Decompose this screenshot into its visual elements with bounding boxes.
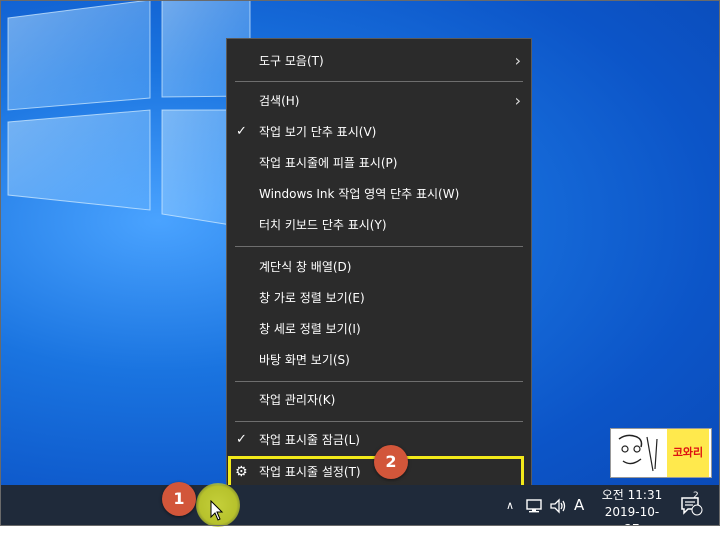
menu-item-label: 작업 표시줄 잠금(L) <box>259 433 360 447</box>
menu-separator <box>235 421 523 422</box>
clock[interactable]: 오전 11:31 2019-10-27 <box>600 487 664 538</box>
watermark-text: 코와리 <box>667 429 709 477</box>
menu-item-label: 창 세로 정렬 보기(I) <box>259 322 361 336</box>
menu-item-show-desktop[interactable]: 바탕 화면 보기(S) <box>227 345 531 375</box>
menu-item-label: 작업 표시줄에 피플 표시(P) <box>259 156 398 170</box>
menu-item-search[interactable]: 검색(H) › <box>227 86 531 116</box>
menu-item-label: 작업 관리자(K) <box>259 393 336 407</box>
menu-item-label: 바탕 화면 보기(S) <box>259 353 350 367</box>
taskbar[interactable]: ∧ A 오전 11:31 2019-10-27 2 <box>0 485 720 536</box>
speaker-icon[interactable] <box>550 485 568 526</box>
checkmark-icon: ✓ <box>236 124 247 139</box>
menu-item-label: 창 가로 정렬 보기(E) <box>259 291 365 305</box>
chevron-right-icon: › <box>514 91 521 110</box>
menu-separator <box>235 381 523 382</box>
mouse-cursor-icon <box>210 500 224 521</box>
menu-item-label: 검색(H) <box>259 94 300 108</box>
menu-separator <box>235 81 523 82</box>
checkmark-icon: ✓ <box>236 432 247 447</box>
menu-item-show-touch-keyboard[interactable]: 터치 키보드 단추 표시(Y) <box>227 210 531 240</box>
network-icon[interactable] <box>526 485 544 526</box>
menu-item-toolbars[interactable]: 도구 모음(T) › <box>227 46 531 76</box>
ime-indicator[interactable]: A <box>574 485 584 526</box>
menu-item-show-people[interactable]: 작업 표시줄에 피플 표시(P) <box>227 148 531 178</box>
menu-item-label: Windows Ink 작업 영역 단추 표시(W) <box>259 187 460 201</box>
menu-separator <box>235 246 523 247</box>
menu-item-show-task-view[interactable]: ✓ 작업 보기 단추 표시(V) <box>227 117 531 147</box>
chevron-up-icon[interactable]: ∧ <box>506 485 514 526</box>
menu-item-show-windows-ink[interactable]: Windows Ink 작업 영역 단추 표시(W) <box>227 179 531 209</box>
menu-item-label: 계단식 창 배열(D) <box>259 260 352 274</box>
menu-item-show-side-by-side[interactable]: 창 세로 정렬 보기(I) <box>227 314 531 344</box>
menu-item-label: 도구 모음(T) <box>259 54 324 68</box>
step-1-badge: 1 <box>162 482 196 516</box>
cartoon-face-icon <box>618 434 658 472</box>
menu-item-label: 작업 보기 단추 표시(V) <box>259 125 377 139</box>
clock-date: 2019-10-27 <box>604 505 660 536</box>
windows-logo-wallpaper <box>7 0 251 229</box>
menu-item-show-stacked[interactable]: 창 가로 정렬 보기(E) <box>227 283 531 313</box>
menu-item-task-manager[interactable]: 작업 관리자(K) <box>227 385 531 415</box>
taskbar-context-menu: 도구 모음(T) › 검색(H) › ✓ 작업 보기 단추 표시(V) 작업 표… <box>226 38 532 498</box>
notification-count: 2 <box>693 491 699 501</box>
step-2-badge: 2 <box>374 445 408 479</box>
clock-time: 오전 11:31 <box>601 488 663 502</box>
chevron-right-icon: › <box>514 51 521 70</box>
watermark-logo: 코와리 <box>610 428 712 478</box>
menu-item-cascade-windows[interactable]: 계단식 창 배열(D) <box>227 252 531 282</box>
action-center-icon[interactable]: 2 <box>680 485 704 526</box>
menu-item-label: 터치 키보드 단추 표시(Y) <box>259 218 387 232</box>
